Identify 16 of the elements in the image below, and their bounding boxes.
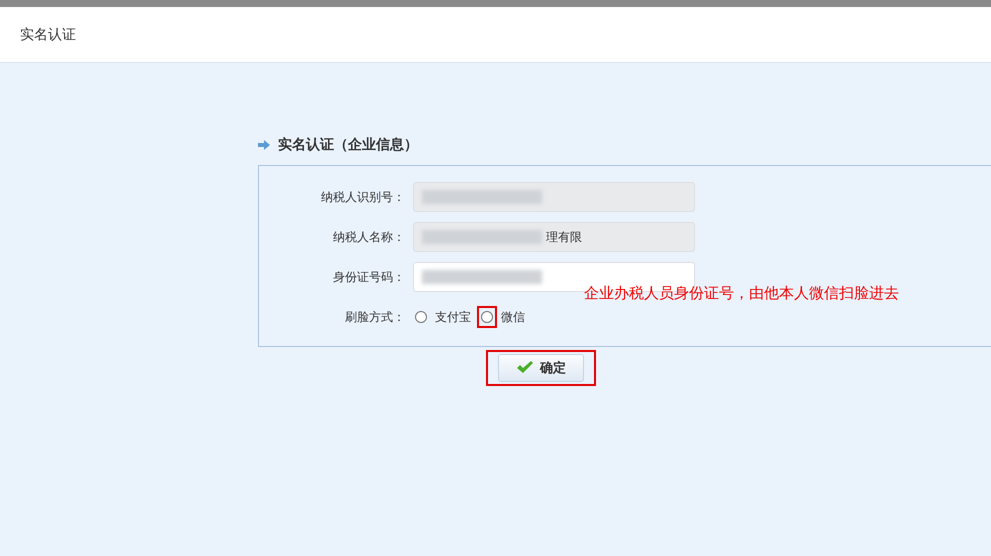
field-label: 纳税人识别号： xyxy=(320,188,405,206)
annotation-text: 企业办税人员身份证号，由他本人微信扫脸进去 xyxy=(584,284,899,303)
input-field[interactable]: 理有限 xyxy=(413,222,695,252)
radio-label: 支付宝 xyxy=(435,308,471,326)
section-title: 实名认证（企业信息） xyxy=(278,136,418,154)
arrow-icon xyxy=(258,140,270,150)
field-label: 刷脸方式： xyxy=(344,308,405,326)
checkmark-icon xyxy=(516,361,534,375)
radio-button[interactable] xyxy=(481,311,493,323)
field-label: 纳税人名称： xyxy=(332,228,405,246)
confirm-button[interactable]: 确定 xyxy=(498,354,584,382)
radio-label: 微信 xyxy=(501,308,525,326)
radio-button[interactable] xyxy=(415,311,427,323)
input-field[interactable] xyxy=(413,182,695,212)
page-title: 实名认证 xyxy=(20,26,76,44)
field-label: 身份证号码： xyxy=(332,268,405,286)
